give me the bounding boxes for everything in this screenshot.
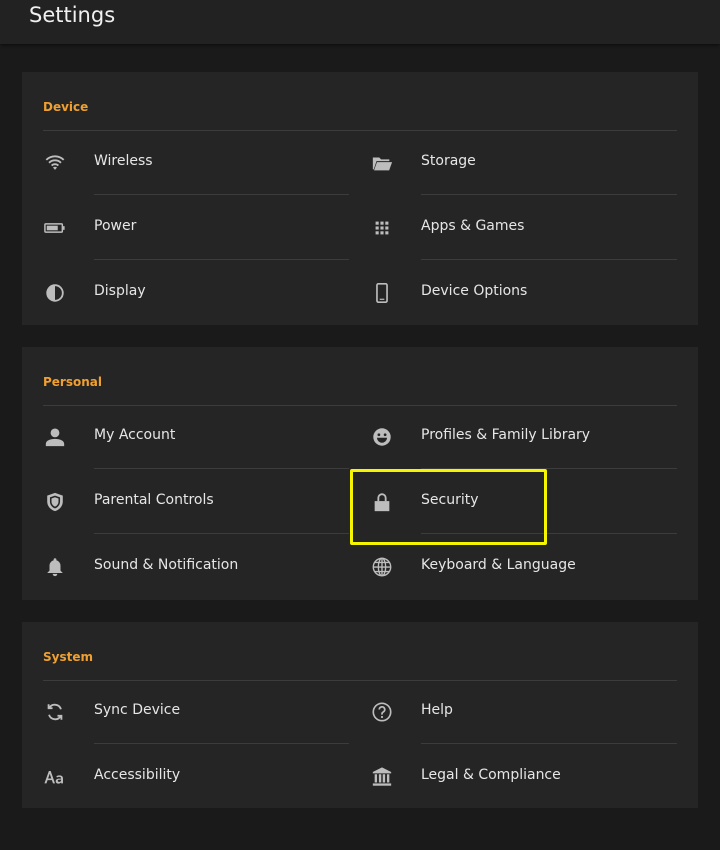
lock-icon bbox=[370, 490, 394, 514]
settings-item-label: Sync Device bbox=[94, 702, 181, 718]
settings-item-security[interactable]: Security bbox=[370, 470, 677, 534]
settings-item-storage[interactable]: Storage bbox=[370, 131, 677, 195]
settings-item-label: Help bbox=[421, 702, 453, 718]
title-bar: Settings bbox=[0, 0, 720, 44]
settings-item-parental-controls[interactable]: Parental Controls bbox=[43, 470, 349, 534]
settings-item-legal-compliance[interactable]: Legal & Compliance bbox=[370, 745, 677, 809]
divider bbox=[421, 743, 677, 744]
divider bbox=[94, 533, 349, 534]
settings-item-label: Device Options bbox=[421, 283, 528, 299]
settings-item-label: Sound & Notification bbox=[94, 557, 239, 573]
page-title: Settings bbox=[29, 3, 116, 27]
settings-item-display[interactable]: Display bbox=[43, 261, 349, 325]
settings-item-label: Security bbox=[421, 492, 479, 508]
settings-item-label: Parental Controls bbox=[94, 492, 214, 508]
settings-item-my-account[interactable]: My Account bbox=[43, 405, 349, 469]
folder-icon bbox=[370, 151, 394, 175]
wifi-icon bbox=[43, 151, 67, 175]
section-label-system: System bbox=[43, 650, 93, 664]
divider bbox=[421, 259, 677, 260]
settings-item-label: Power bbox=[94, 218, 137, 234]
text-size-icon bbox=[43, 765, 67, 789]
divider bbox=[94, 468, 349, 469]
person-icon bbox=[43, 425, 67, 449]
bell-icon bbox=[43, 555, 67, 579]
divider bbox=[94, 259, 349, 260]
settings-item-label: Keyboard & Language bbox=[421, 557, 576, 573]
divider bbox=[421, 194, 677, 195]
apps-grid-icon bbox=[370, 216, 394, 240]
globe-icon bbox=[370, 555, 394, 579]
contrast-icon bbox=[43, 281, 67, 305]
settings-item-accessibility[interactable]: Accessibility bbox=[43, 745, 349, 809]
section-personal: Personal My Account Profiles & Family Li… bbox=[22, 347, 698, 600]
settings-item-profiles-family-library[interactable]: Profiles & Family Library bbox=[370, 405, 677, 469]
settings-item-label: Storage bbox=[421, 153, 476, 169]
sync-icon bbox=[43, 700, 67, 724]
settings-item-label: Legal & Compliance bbox=[421, 767, 561, 783]
battery-icon bbox=[43, 216, 67, 240]
divider bbox=[94, 743, 349, 744]
divider bbox=[94, 194, 349, 195]
settings-item-label: My Account bbox=[94, 427, 176, 443]
settings-item-sync-device[interactable]: Sync Device bbox=[43, 680, 349, 744]
section-device: Device Wireless Storage Power Apps & Gam… bbox=[22, 72, 698, 325]
settings-item-label: Display bbox=[94, 283, 146, 299]
phone-icon bbox=[370, 281, 394, 305]
settings-item-label: Accessibility bbox=[94, 767, 181, 783]
settings-item-label: Profiles & Family Library bbox=[421, 427, 591, 443]
settings-item-sound-notification[interactable]: Sound & Notification bbox=[43, 535, 349, 599]
settings-item-help[interactable]: Help bbox=[370, 680, 677, 744]
settings-item-keyboard-language[interactable]: Keyboard & Language bbox=[370, 535, 677, 599]
section-label-personal: Personal bbox=[43, 375, 102, 389]
divider bbox=[421, 468, 677, 469]
settings-item-apps-games[interactable]: Apps & Games bbox=[370, 196, 677, 260]
help-icon bbox=[370, 700, 394, 724]
settings-item-label: Apps & Games bbox=[421, 218, 525, 234]
settings-item-power[interactable]: Power bbox=[43, 196, 349, 260]
legal-building-icon bbox=[370, 765, 394, 789]
settings-item-label: Wireless bbox=[94, 153, 153, 169]
shield-icon bbox=[43, 490, 67, 514]
settings-item-wireless[interactable]: Wireless bbox=[43, 131, 349, 195]
section-system: System Sync Device Help Accessibility Le… bbox=[22, 622, 698, 808]
smiley-icon bbox=[370, 425, 394, 449]
section-label-device: Device bbox=[43, 100, 89, 114]
settings-item-device-options[interactable]: Device Options bbox=[370, 261, 677, 325]
divider bbox=[421, 533, 677, 534]
